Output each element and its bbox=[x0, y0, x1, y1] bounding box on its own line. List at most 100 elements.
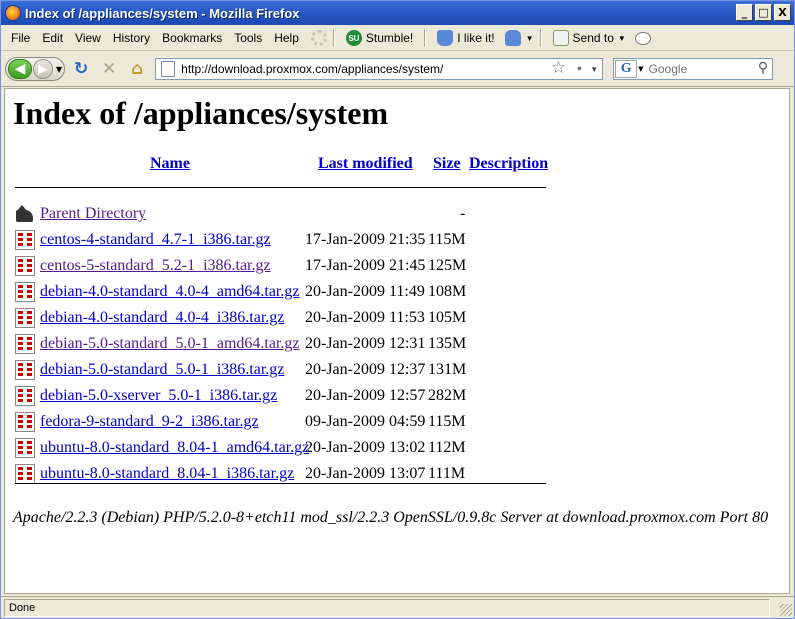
file-link[interactable]: debian-4.0-standard_4.0-4_i386.tar.gz bbox=[40, 309, 284, 327]
compressed-file-icon bbox=[15, 412, 35, 432]
google-icon[interactable]: G bbox=[615, 60, 638, 78]
file-modified: 20-Jan-2009 13:07 bbox=[305, 465, 426, 482]
menu-tools[interactable]: Tools bbox=[228, 29, 268, 47]
compressed-file-icon bbox=[15, 438, 35, 458]
page-icon bbox=[161, 61, 176, 77]
file-modified: 20-Jan-2009 12:37 bbox=[305, 361, 426, 378]
reload-button[interactable]: ↻ bbox=[69, 57, 93, 81]
reload-icon: ↻ bbox=[74, 59, 89, 79]
file-modified: 20-Jan-2009 11:53 bbox=[305, 309, 425, 326]
url-text[interactable]: http://download.proxmox.com/appliances/s… bbox=[181, 62, 443, 76]
back-button[interactable]: ◀ bbox=[8, 59, 32, 79]
column-header-description[interactable]: Description bbox=[469, 155, 548, 173]
search-input[interactable] bbox=[646, 60, 751, 78]
compressed-file-icon bbox=[15, 282, 35, 302]
search-bar[interactable]: G ▼ ⚲ bbox=[613, 58, 774, 80]
file-link[interactable]: debian-5.0-standard_5.0-1_amd64.tar.gz bbox=[40, 335, 299, 353]
send-to-dropdown-arrow-icon: ▼ bbox=[617, 33, 626, 43]
menu-edit[interactable]: Edit bbox=[36, 29, 69, 47]
comment-bubble-icon[interactable] bbox=[634, 31, 651, 45]
file-link[interactable]: centos-5-standard_5.2-1_i386.tar.gz bbox=[40, 257, 271, 275]
search-magnifier-icon[interactable]: ⚲ bbox=[758, 60, 768, 76]
stop-icon: ✕ bbox=[102, 59, 117, 79]
menu-help[interactable]: Help bbox=[268, 29, 305, 47]
url-dropdown-icon[interactable]: ▼ bbox=[590, 65, 598, 74]
file-size: 108M bbox=[428, 283, 467, 300]
file-size: 282M bbox=[428, 387, 467, 404]
title-bar: Index of /appliances/system - Mozilla Fi… bbox=[1, 1, 794, 25]
file-modified: 20-Jan-2009 13:02 bbox=[305, 439, 426, 456]
stumbleupon-icon: SU bbox=[345, 30, 362, 46]
file-row: debian-4.0-standard_4.0-4_i386.tar.gz 20-… bbox=[15, 305, 555, 331]
server-signature: Apache/2.2.3 (Debian) PHP/5.2.0-8+etch11… bbox=[13, 509, 769, 526]
url-bar[interactable]: http://download.proxmox.com/appliances/s… bbox=[155, 58, 604, 80]
close-button[interactable]: X bbox=[774, 4, 791, 21]
parent-directory-link[interactable]: Parent Directory bbox=[40, 205, 146, 223]
file-row: debian-4.0-standard_4.0-4_amd64.tar.gz 20… bbox=[15, 279, 555, 305]
feed-indicator-icon: ● bbox=[576, 63, 583, 73]
file-row: centos-4-standard_4.7-1_i386.tar.gz 17-Ja… bbox=[15, 227, 555, 253]
file-size: 112M bbox=[428, 439, 466, 456]
dislike-button[interactable] bbox=[500, 29, 526, 47]
file-size: 111M bbox=[428, 465, 466, 482]
compressed-file-icon bbox=[15, 386, 35, 406]
back-forward-group: ◀ ▶ ▼ bbox=[5, 57, 66, 81]
stop-button[interactable]: ✕ bbox=[97, 57, 121, 81]
dislike-dropdown-arrow-icon[interactable]: ▼ bbox=[526, 34, 534, 43]
home-icon: ⌂ bbox=[131, 59, 144, 79]
file-link[interactable]: centos-4-standard_4.7-1_i386.tar.gz bbox=[40, 231, 271, 249]
file-link[interactable]: debian-5.0-standard_5.0-1_i386.tar.gz bbox=[40, 361, 284, 379]
compressed-file-icon bbox=[15, 464, 35, 484]
bookmark-star-icon[interactable]: ☆ bbox=[551, 58, 566, 78]
search-engine-dropdown-icon[interactable]: ▼ bbox=[638, 65, 643, 73]
file-link[interactable]: debian-5.0-xserver_5.0-1_i386.tar.gz bbox=[40, 387, 277, 405]
like-button[interactable]: I like it! bbox=[432, 29, 499, 47]
page-content: Index of /appliances/system Name Last mo… bbox=[4, 88, 790, 594]
file-size: 105M bbox=[428, 309, 467, 326]
status-text: Done bbox=[4, 598, 770, 617]
column-header-name[interactable]: Name bbox=[150, 155, 190, 173]
compressed-file-icon bbox=[15, 360, 35, 380]
compressed-file-icon bbox=[15, 230, 35, 250]
file-row: debian-5.0-standard_5.0-1_amd64.tar.gz 20… bbox=[15, 331, 555, 357]
thumbs-down-icon bbox=[504, 30, 521, 46]
column-header-last-modified[interactable]: Last modified bbox=[318, 155, 413, 173]
file-link[interactable]: ubuntu-8.0-standard_8.04-1_i386.tar.gz bbox=[40, 465, 294, 483]
compressed-file-icon bbox=[15, 334, 35, 354]
toolbar-separator bbox=[332, 29, 335, 47]
firefox-icon bbox=[5, 5, 21, 21]
forward-button[interactable]: ▶ bbox=[33, 59, 53, 79]
file-modified: 20-Jan-2009 12:31 bbox=[305, 335, 426, 352]
toolbar-separator bbox=[424, 29, 427, 47]
stumble-button[interactable]: SU Stumble! bbox=[341, 29, 418, 47]
menu-bar: File Edit View History Bookmarks Tools H… bbox=[1, 26, 794, 51]
history-dropdown-icon[interactable]: ▼ bbox=[56, 65, 62, 74]
menu-bookmarks[interactable]: Bookmarks bbox=[156, 29, 228, 47]
browser-window: Index of /appliances/system - Mozilla Fi… bbox=[0, 0, 795, 619]
menu-view[interactable]: View bbox=[69, 29, 107, 47]
file-size: 125M bbox=[428, 257, 467, 274]
file-link[interactable]: fedora-9-standard_9-2_i386.tar.gz bbox=[40, 413, 259, 431]
resize-grip-icon[interactable] bbox=[780, 604, 792, 616]
maximize-button[interactable]: □ bbox=[755, 4, 772, 21]
file-modified: 20-Jan-2009 12:57 bbox=[305, 387, 426, 404]
file-link[interactable]: debian-4.0-standard_4.0-4_amd64.tar.gz bbox=[40, 283, 299, 301]
thumbs-up-icon bbox=[437, 30, 454, 46]
file-modified: 09-Jan-2009 04:59 bbox=[305, 413, 426, 430]
column-header-size[interactable]: Size bbox=[433, 155, 461, 173]
send-to-button[interactable]: Send to ▼ bbox=[548, 29, 631, 47]
menu-file[interactable]: File bbox=[5, 29, 36, 47]
file-link[interactable]: ubuntu-8.0-standard_8.04-1_amd64.tar.gz bbox=[40, 439, 309, 457]
file-row: centos-5-standard_5.2-1_i386.tar.gz 17-Ja… bbox=[15, 253, 555, 279]
file-size: 135M bbox=[428, 335, 467, 352]
menu-history[interactable]: History bbox=[107, 29, 156, 47]
minimize-button[interactable]: _ bbox=[736, 4, 753, 21]
home-button[interactable]: ⌂ bbox=[125, 57, 149, 81]
back-arrow-icon: ◀ bbox=[14, 61, 26, 77]
parent-size: - bbox=[460, 205, 466, 222]
window-controls: _ □ X bbox=[736, 4, 791, 21]
back-folder-icon bbox=[15, 204, 35, 224]
navigation-toolbar: ◀ ▶ ▼ ↻ ✕ ⌂ http://download.proxmox.com/… bbox=[1, 52, 794, 87]
forward-arrow-icon: ▶ bbox=[38, 61, 48, 77]
file-modified: 17-Jan-2009 21:35 bbox=[305, 231, 426, 248]
